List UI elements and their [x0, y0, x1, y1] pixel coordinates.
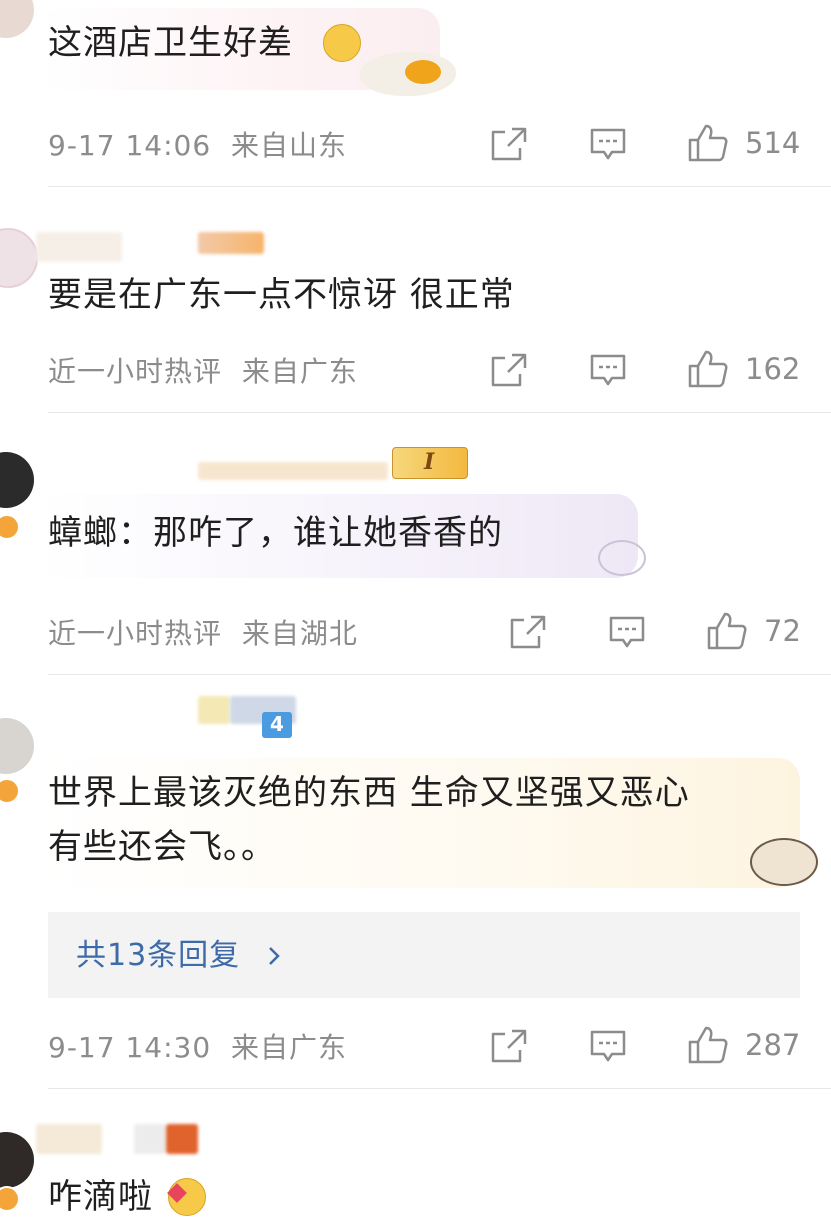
verified-badge — [0, 1186, 20, 1212]
thumbs-up-icon[interactable] — [706, 610, 748, 652]
share-icon[interactable] — [490, 352, 528, 388]
username-redacted — [36, 1124, 102, 1154]
comment-time: 9-17 14:06 — [48, 129, 212, 162]
comment-icon[interactable] — [589, 126, 627, 162]
username-redacted — [36, 232, 122, 262]
share-icon[interactable] — [490, 126, 528, 162]
like-count: 514 — [745, 126, 801, 160]
like-count: 162 — [745, 352, 801, 386]
comment-icon[interactable] — [589, 352, 627, 388]
comment-text: 咋滴啦 — [48, 1177, 153, 1217]
comment-text: 要是在广东一点不惊讶 很正常 — [48, 275, 515, 315]
share-icon[interactable] — [490, 1028, 528, 1064]
comment-icon[interactable] — [589, 1028, 627, 1064]
comment-time: 近一小时热评 — [48, 617, 223, 650]
thumbs-up-icon[interactable] — [687, 122, 729, 164]
username-redacted — [198, 462, 388, 480]
comment-location: 来自山东 — [231, 129, 348, 162]
crying-face-emoji — [323, 24, 361, 62]
thumbs-up-icon[interactable] — [687, 1024, 729, 1066]
member-badge-label: I — [424, 449, 435, 475]
comment-meta: 近一小时热评 来自广东 — [48, 350, 358, 390]
comment-time: 近一小时热评 — [48, 355, 223, 388]
comment-text: 蟑螂：那咋了，谁让她香香的 — [48, 513, 503, 553]
share-icon[interactable] — [509, 614, 547, 650]
thumbs-up-icon[interactable] — [687, 348, 729, 390]
comment-text-line: 有些还会飞。。 — [48, 827, 276, 867]
fish-decoration-icon — [750, 838, 818, 886]
divider — [48, 674, 831, 675]
comment-text-line: 世界上最该灭绝的东西 生命又坚强又恶心 — [48, 773, 690, 813]
comment-text: 这酒店卫生好差 — [48, 23, 293, 63]
divider — [48, 412, 831, 413]
avatar[interactable] — [0, 718, 34, 774]
avatar[interactable] — [0, 1132, 34, 1188]
comment-meta: 9-17 14:30 来自广东 — [48, 1026, 347, 1066]
replies-panel[interactable]: 共13条回复 — [48, 912, 800, 998]
comment-meta: 近一小时热评 来自湖北 — [48, 612, 358, 652]
divider — [48, 1088, 831, 1089]
verified-badge — [0, 778, 20, 804]
level-badge-label: 4 — [270, 712, 284, 736]
planet-decoration-icon — [598, 540, 646, 576]
comment-icon[interactable] — [608, 614, 646, 650]
username-redacted — [134, 1124, 166, 1154]
verified-badge — [0, 514, 20, 540]
comment-location: 来自广东 — [241, 355, 358, 388]
fried-egg-yolk-decoration — [405, 60, 441, 84]
like-count: 72 — [764, 614, 801, 648]
avatar[interactable] — [0, 0, 34, 38]
avatar[interactable] — [0, 452, 34, 508]
badge-redacted — [166, 1124, 198, 1154]
like-count: 287 — [745, 1028, 801, 1062]
view-replies-link[interactable]: 共13条回复 — [76, 930, 283, 974]
replies-count-label: 共13条回复 — [76, 938, 241, 973]
comment-location: 来自广东 — [231, 1031, 348, 1064]
avatar[interactable] — [0, 228, 38, 288]
comment-location: 来自湖北 — [241, 617, 358, 650]
comment-time: 9-17 14:30 — [48, 1031, 212, 1064]
badge-redacted — [198, 232, 264, 254]
comment-meta: 9-17 14:06 来自山东 — [48, 124, 347, 164]
divider — [48, 186, 831, 187]
chevron-right-icon — [268, 947, 280, 965]
username-redacted — [198, 696, 230, 724]
